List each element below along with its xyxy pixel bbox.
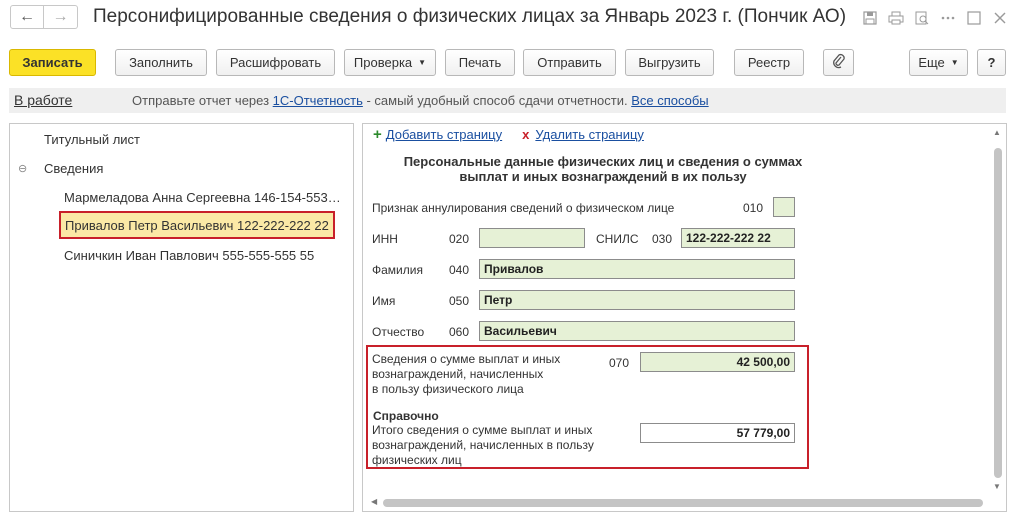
print-icon[interactable] xyxy=(886,8,906,28)
tree-item-person[interactable]: Мармеладова Анна Сергеевна 146-154-553… xyxy=(64,185,341,209)
tree-group-records[interactable]: Сведения xyxy=(44,156,103,180)
horizontal-scroll-thumb[interactable] xyxy=(383,499,983,507)
page-actions: + Добавить страницу x Удалить страницу xyxy=(373,126,644,143)
save-button[interactable]: Записать xyxy=(9,49,96,76)
annul-checkbox[interactable] xyxy=(773,197,795,217)
1c-reporting-link[interactable]: 1С-Отчетность xyxy=(273,93,363,108)
caret-down-icon: ▼ xyxy=(950,58,959,67)
arrow-right-icon: → xyxy=(52,8,69,25)
check-button-label: Проверка xyxy=(353,55,413,70)
toolbar: Записать Заполнить Расшифровать Проверка… xyxy=(0,49,1018,77)
arrow-left-icon: ← xyxy=(19,8,35,25)
help-button[interactable]: ? xyxy=(977,49,1006,76)
surname-field[interactable]: Привалов xyxy=(479,259,795,279)
more-icon[interactable] xyxy=(938,8,958,28)
maximize-icon[interactable] xyxy=(964,8,984,28)
total-label-line3: физических лиц xyxy=(372,453,462,467)
snils-field[interactable]: 122-222-222 22 xyxy=(681,228,795,248)
back-button[interactable]: ← xyxy=(10,5,44,29)
form-heading-line2: выплат и иных вознаграждений в их пользу xyxy=(459,169,747,184)
status-link[interactable]: В работе xyxy=(14,92,72,108)
payments-label-line3: в пользу физического лица xyxy=(372,382,524,396)
search-icon[interactable] xyxy=(912,8,932,28)
annul-code: 010 xyxy=(743,201,764,215)
reference-heading: Справочно xyxy=(373,409,439,423)
scroll-down-icon[interactable]: ▼ xyxy=(993,482,1001,491)
patronymic-code: 060 xyxy=(449,325,470,339)
form-panel: + Добавить страницу x Удалить страницу П… xyxy=(362,123,1007,512)
scroll-up-icon[interactable]: ▲ xyxy=(993,128,1001,137)
registry-button[interactable]: Реестр xyxy=(734,49,804,76)
payments-code: 070 xyxy=(609,356,630,370)
panel-splitter[interactable] xyxy=(356,123,361,512)
sections-tree: Титульный лист ⊖ Сведения Мармеладова Ан… xyxy=(9,123,354,512)
inn-code: 020 xyxy=(449,232,470,246)
horizontal-scrollbar[interactable]: ◀ xyxy=(371,497,986,507)
tree-item-person-selected[interactable]: Привалов Петр Васильевич 122-222-222 22 xyxy=(59,211,335,239)
payments-label-line2: вознаграждений, начисленных xyxy=(372,367,544,381)
decode-button[interactable]: Расшифровать xyxy=(216,49,335,76)
close-icon[interactable] xyxy=(990,8,1010,28)
delete-page-link[interactable]: Удалить страницу xyxy=(535,127,644,142)
info-text-middle: - самый удобный способ сдачи отчетности. xyxy=(362,93,632,108)
total-label-line2: вознаграждений, начисленных в пользу xyxy=(372,438,594,452)
delete-icon: x xyxy=(522,127,530,142)
forward-button[interactable]: → xyxy=(44,5,78,29)
name-field[interactable]: Петр xyxy=(479,290,795,310)
scroll-left-icon[interactable]: ◀ xyxy=(371,497,377,506)
info-message: Отправьте отчет через 1С-Отчетность - са… xyxy=(132,93,709,108)
more-button-label: Еще xyxy=(918,55,945,70)
save-icon[interactable] xyxy=(860,8,880,28)
surname-code: 040 xyxy=(449,263,470,277)
form-heading: Персональные данные физических лиц и све… xyxy=(363,154,843,184)
total-label-line1: Итого сведения о сумме выплат и иных xyxy=(372,423,593,437)
form-heading-line1: Персональные данные физических лиц и све… xyxy=(403,154,803,169)
vertical-scroll-thumb[interactable] xyxy=(994,148,1002,478)
paperclip-icon xyxy=(832,53,846,72)
add-page-link[interactable]: Добавить страницу xyxy=(386,127,502,142)
total-label: Итого сведения о сумме выплат и иных воз… xyxy=(372,423,594,468)
window-controls xyxy=(860,8,1010,28)
snils-code: 030 xyxy=(652,232,673,246)
all-methods-link[interactable]: Все способы xyxy=(631,93,708,108)
annul-label: Признак аннулирования сведений о физичес… xyxy=(372,201,675,215)
more-button[interactable]: Еще ▼ xyxy=(909,49,968,76)
tree-item-title-page[interactable]: Титульный лист xyxy=(44,127,140,151)
title-bar: ← → Персонифицированные сведения о физич… xyxy=(0,0,1018,36)
check-button[interactable]: Проверка ▼ xyxy=(344,49,436,76)
snils-label: СНИЛС xyxy=(596,232,639,246)
attach-button[interactable] xyxy=(823,49,854,76)
inn-field[interactable] xyxy=(479,228,585,248)
info-text-before: Отправьте отчет через xyxy=(132,93,273,108)
name-code: 050 xyxy=(449,294,470,308)
plus-icon: + xyxy=(373,126,382,143)
info-bar: В работе Отправьте отчет через 1С-Отчетн… xyxy=(9,88,1006,113)
surname-label: Фамилия xyxy=(372,263,423,277)
vertical-scrollbar[interactable]: ▲ ▼ xyxy=(993,128,1002,491)
patronymic-field[interactable]: Васильевич xyxy=(479,321,795,341)
payments-label-line1: Сведения о сумме выплат и иных xyxy=(372,352,561,366)
total-field: 57 779,00 xyxy=(640,423,795,443)
tree-item-person[interactable]: Синичкин Иван Павлович 555-555-555 55 xyxy=(64,243,314,267)
payments-label: Сведения о сумме выплат и иных вознаграж… xyxy=(372,352,560,397)
collapse-icon[interactable]: ⊖ xyxy=(18,162,27,175)
patronymic-label: Отчество xyxy=(372,325,425,339)
name-label: Имя xyxy=(372,294,396,308)
caret-down-icon: ▼ xyxy=(418,58,427,67)
inn-label: ИНН xyxy=(372,232,398,246)
page-title: Персонифицированные сведения о физически… xyxy=(93,6,847,27)
fill-button[interactable]: Заполнить xyxy=(115,49,207,76)
export-button[interactable]: Выгрузить xyxy=(625,49,714,76)
send-button[interactable]: Отправить xyxy=(523,49,616,76)
payments-field[interactable]: 42 500,00 xyxy=(640,352,795,372)
print-button[interactable]: Печать xyxy=(445,49,515,76)
